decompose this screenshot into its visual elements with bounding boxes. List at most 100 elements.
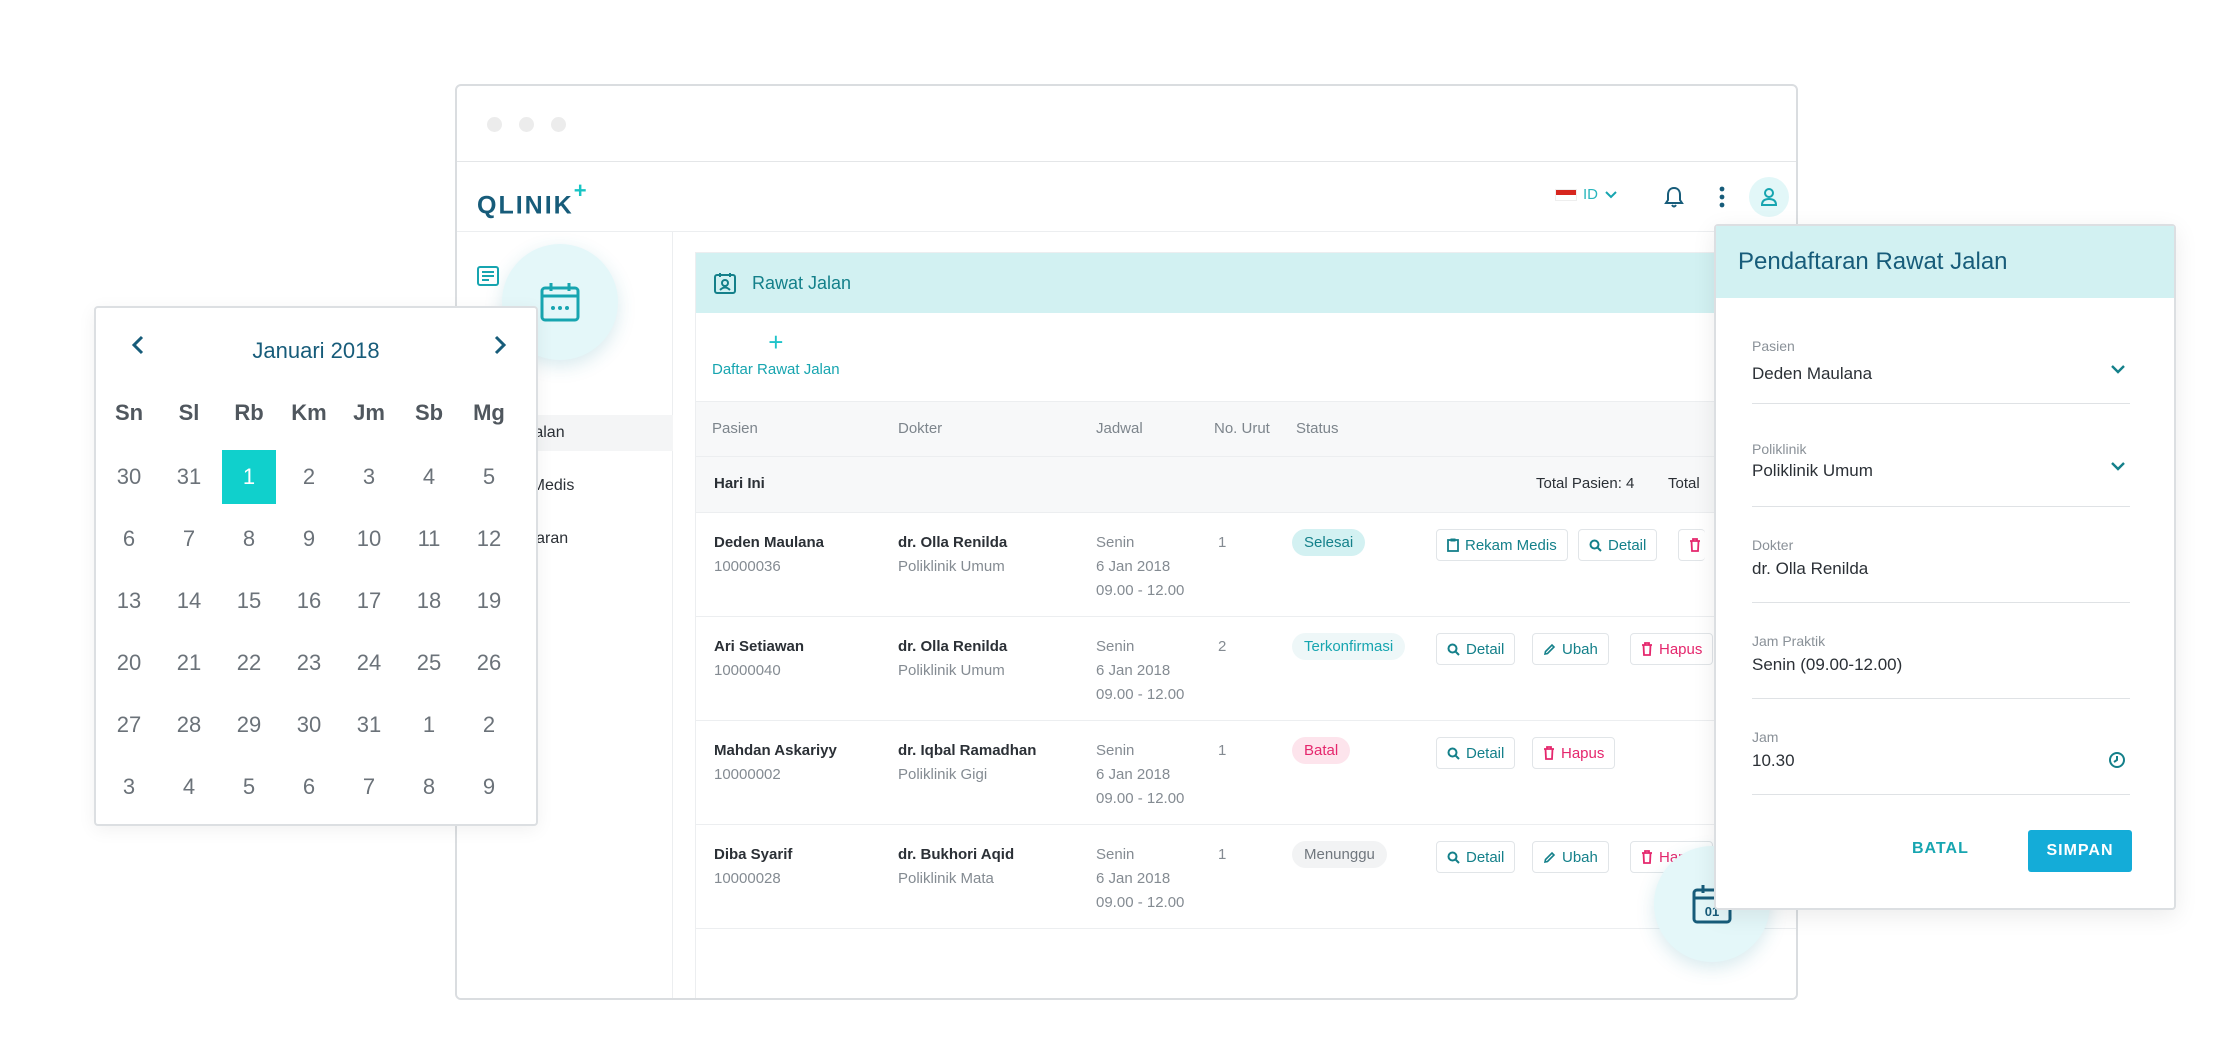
calendar-day[interactable]: 1 <box>402 698 456 752</box>
calendar-day[interactable]: 16 <box>282 574 336 628</box>
column-header-status[interactable]: Status <box>1296 420 1339 437</box>
trash-icon <box>1642 850 1652 864</box>
detail-button[interactable]: Detail <box>1578 529 1658 561</box>
table-row[interactable]: Deden Maulana 10000036 dr. Olla Renilda Po… <box>696 513 1796 617</box>
calendar-day[interactable]: 7 <box>162 512 216 566</box>
table-row[interactable]: Diba Syarif 10000028 dr. Bukhori Aqid Poli… <box>696 825 1796 929</box>
calendar-day[interactable]: 4 <box>402 450 456 504</box>
calendar-day[interactable]: 9 <box>282 512 336 566</box>
doctor-field[interactable]: Dokter dr. Olla Renilda <box>1752 537 2130 603</box>
calendar-day[interactable]: 1 <box>222 450 276 504</box>
calendar-day[interactable]: 8 <box>402 760 456 814</box>
language-selector[interactable]: ID <box>1555 186 1618 203</box>
window-maximize-dot[interactable] <box>551 117 566 132</box>
calendar-day[interactable]: 2 <box>462 698 516 752</box>
app-logo[interactable]: QLINIK+ <box>477 178 589 220</box>
date-picker: Januari 2018 Sn Sl Rb Km Jm Sb Mg 30 31 1 2 3 4 5 6 7 8 9… <box>94 306 538 826</box>
calendar-day[interactable]: 21 <box>162 636 216 690</box>
schedule-day: Senin <box>1096 534 1135 551</box>
calendar-day[interactable]: 2 <box>282 450 336 504</box>
window-minimize-dot[interactable] <box>519 117 534 132</box>
edit-button[interactable]: Ubah <box>1532 841 1609 873</box>
page-title: Rawat Jalan <box>752 272 852 293</box>
window-close-dot[interactable] <box>487 117 502 132</box>
calendar-day[interactable]: 12 <box>462 512 516 566</box>
notification-bell-icon[interactable] <box>1659 182 1689 212</box>
column-header-no-urut[interactable]: No. Urut <box>1214 420 1270 437</box>
calendar-day[interactable]: 7 <box>342 760 396 814</box>
column-header-pasien[interactable]: Pasien <box>712 420 758 437</box>
calendar-day[interactable]: 30 <box>102 450 156 504</box>
calendar-day[interactable]: 27 <box>102 698 156 752</box>
calendar-day[interactable]: 18 <box>402 574 456 628</box>
weekday-label: Sb <box>414 400 444 425</box>
delete-button[interactable]: Hapus <box>1532 737 1616 769</box>
calendar-day[interactable]: 3 <box>342 450 396 504</box>
delete-button[interactable]: Hapus <box>1630 633 1714 665</box>
calendar-day[interactable]: 31 <box>162 450 216 504</box>
calendar-day[interactable]: 22 <box>222 636 276 690</box>
clinic-name: Poliklinik Gigi <box>898 766 988 783</box>
search-icon <box>1589 539 1602 552</box>
calendar-day[interactable]: 6 <box>102 512 156 566</box>
calendar-month-title: Januari 2018 <box>252 338 380 363</box>
schedule-date: 6 Jan 2018 <box>1096 766 1171 783</box>
delete-button[interactable] <box>1678 529 1705 561</box>
main-panel: Rawat Jalan + Daftar Rawat Jalan Pasien … <box>695 252 1796 998</box>
calendar-day[interactable]: 25 <box>402 636 456 690</box>
action-label: Detail <box>1466 744 1505 762</box>
calendar-day[interactable]: 5 <box>222 760 276 814</box>
calendar-day[interactable]: 15 <box>222 574 276 628</box>
calendar-day[interactable]: 14 <box>162 574 216 628</box>
practice-hours-field[interactable]: Jam Praktik Senin (09.00-12.00) <box>1752 633 2130 699</box>
calendar-day[interactable]: 30 <box>282 698 336 752</box>
chevron-right-icon[interactable] <box>490 334 510 356</box>
schedule-time: 09.00 - 12.00 <box>1096 894 1185 911</box>
schedule-date: 6 Jan 2018 <box>1096 558 1171 575</box>
dashboard-icon[interactable] <box>477 266 499 291</box>
cancel-button[interactable]: BATAL <box>1912 840 1969 858</box>
clinic-select[interactable]: Poliklinik Poliklinik Umum <box>1752 441 2130 507</box>
calendar-day[interactable]: 19 <box>462 574 516 628</box>
calendar-day[interactable]: 26 <box>462 636 516 690</box>
calendar-day[interactable]: 29 <box>222 698 276 752</box>
calendar-day[interactable]: 20 <box>102 636 156 690</box>
form-header: Pendaftaran Rawat Jalan <box>1716 226 2174 298</box>
calendar-day[interactable]: 6 <box>282 760 336 814</box>
more-vertical-icon[interactable] <box>1707 182 1737 212</box>
calendar-day[interactable]: 4 <box>162 760 216 814</box>
add-outpatient-button[interactable]: + Daftar Rawat Jalan <box>712 329 840 378</box>
clock-icon[interactable] <box>2108 751 2126 769</box>
detail-button[interactable]: Detail <box>1436 633 1516 665</box>
calendar-day[interactable]: 17 <box>342 574 396 628</box>
save-button[interactable]: SIMPAN <box>2028 830 2132 872</box>
user-avatar-icon[interactable] <box>1749 177 1789 217</box>
browser-window: QLINIK+ ID sien wat Jalan kam Medis mbay… <box>455 84 1798 1000</box>
doctor-name: dr. Olla Renilda <box>898 534 1008 551</box>
patient-select[interactable]: Pasien Deden Maulana <box>1752 338 2130 404</box>
calendar-day[interactable]: 31 <box>342 698 396 752</box>
time-field[interactable]: Jam 10.30 <box>1752 729 2130 795</box>
medical-record-button[interactable]: Rekam Medis <box>1436 529 1568 561</box>
table-row[interactable]: Ari Setiawan 10000040 dr. Olla Renilda Pol… <box>696 617 1796 721</box>
detail-button[interactable]: Detail <box>1436 737 1516 769</box>
edit-button[interactable]: Ubah <box>1532 633 1609 665</box>
schedule-time: 09.00 - 12.00 <box>1096 686 1185 703</box>
column-header-jadwal[interactable]: Jadwal <box>1096 420 1143 437</box>
calendar-day[interactable]: 11 <box>402 512 456 566</box>
calendar-day[interactable]: 9 <box>462 760 516 814</box>
calendar-day[interactable]: 8 <box>222 512 276 566</box>
schedule-day: Senin <box>1096 742 1135 759</box>
logo-text: QLINIK <box>477 191 574 220</box>
calendar-day[interactable]: 23 <box>282 636 336 690</box>
queue-number: 1 <box>1218 742 1227 759</box>
calendar-day[interactable]: 28 <box>162 698 216 752</box>
table-row[interactable]: Mahdan Askariyy 10000002 dr. Iqbal Ramadh… <box>696 721 1796 825</box>
column-header-dokter[interactable]: Dokter <box>898 420 942 437</box>
calendar-day[interactable]: 3 <box>102 760 156 814</box>
calendar-day[interactable]: 13 <box>102 574 156 628</box>
calendar-day[interactable]: 10 <box>342 512 396 566</box>
calendar-day[interactable]: 24 <box>342 636 396 690</box>
calendar-day[interactable]: 5 <box>462 450 516 504</box>
detail-button[interactable]: Detail <box>1436 841 1516 873</box>
